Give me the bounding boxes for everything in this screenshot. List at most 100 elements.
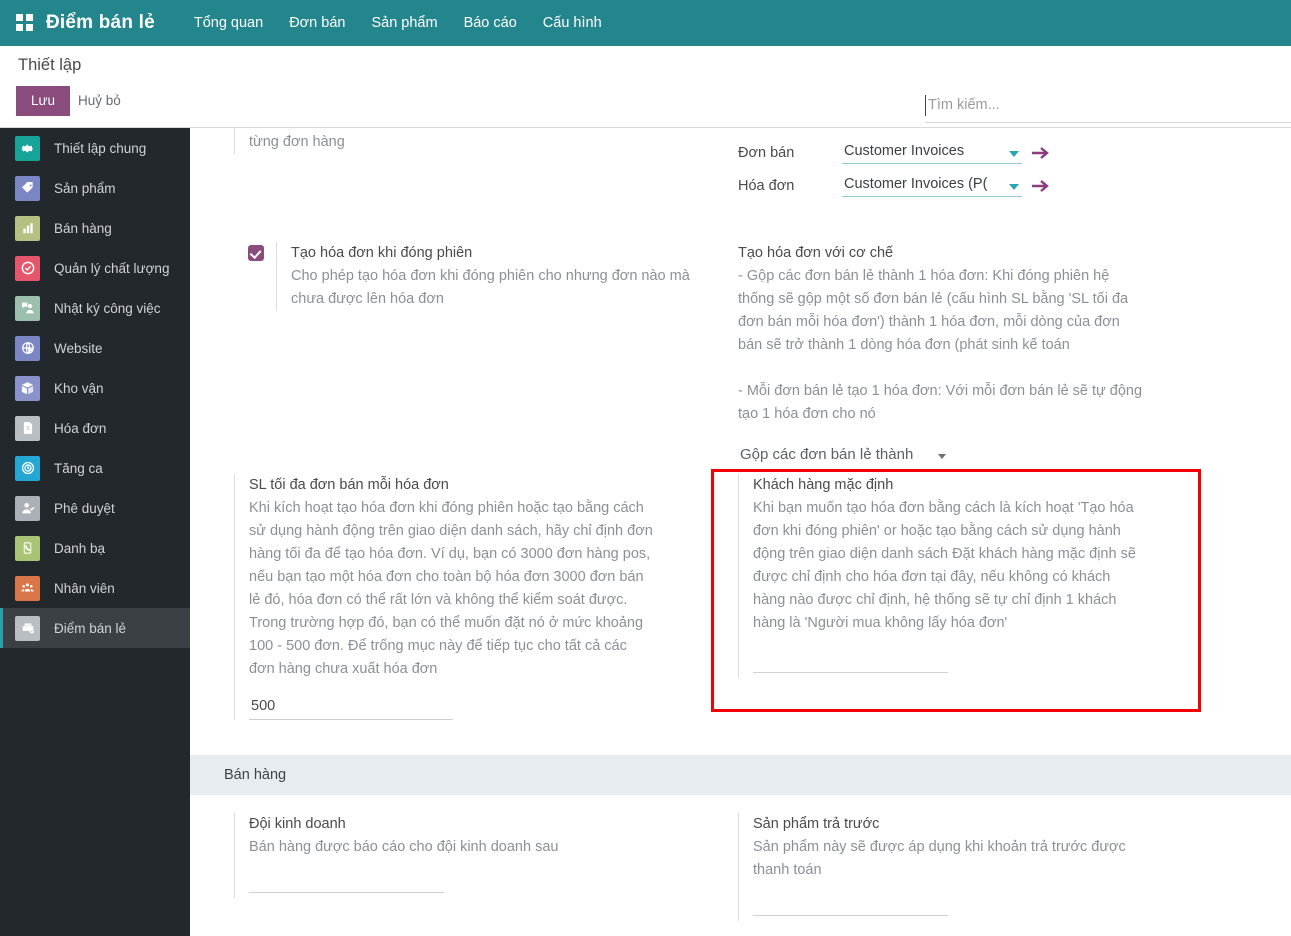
tag-icon (15, 175, 40, 201)
app-brand-title: Điểm bán lẻ (46, 12, 155, 33)
sidebar-item-label: Kho vận (54, 380, 104, 396)
invoice-mechanism-select-value: Gộp các đơn bán lẻ thành (740, 446, 914, 463)
apps-grid-icon[interactable] (16, 14, 34, 32)
sidebar-item-label: Danh bạ (54, 540, 106, 556)
nav-link-bao-cao[interactable]: Báo cáo (451, 15, 530, 31)
bar-chart-icon (15, 215, 40, 241)
default-customer-description: Khi bạn muốn tạo hóa đơn bằng cách là kí… (753, 500, 1136, 631)
sidebar-item-8[interactable]: Tăng ca (0, 448, 190, 488)
setting-invoice-on-session-close: Tạo hóa đơn khi đóng phiên Cho phép tạo … (234, 242, 714, 311)
people-icon (15, 575, 40, 601)
sidebar-item-label: Sản phẩm (54, 180, 116, 196)
sidebar-item-label: Bán hàng (54, 220, 112, 236)
gear-icon (15, 135, 40, 161)
nav-link-cau-hinh[interactable]: Cấu hình (530, 15, 615, 31)
settings-content: Sử dụng vị thế tài chính để áp dụng các … (190, 128, 1291, 936)
invoice-icon: $ (15, 415, 40, 441)
journal-select-don-ban-value: Customer Invoices (844, 143, 965, 159)
sidebar-item-7[interactable]: $ Hóa đơn (0, 408, 190, 448)
sidebar-item-0[interactable]: Thiết lập chung (0, 128, 190, 168)
pos-printer-icon (15, 615, 40, 641)
journal-select-don-ban[interactable]: Customer Invoices (842, 142, 1022, 164)
control-panel: Thiết lập Lưu Huỷ bỏ (0, 46, 1291, 128)
person-chat-icon (15, 295, 40, 321)
phone-icon (15, 535, 40, 561)
section-band-ban-hang: Bán hàng (190, 755, 1291, 795)
default-customer-title: Khách hàng mặc định (753, 477, 894, 493)
sidebar-item-label: Website (54, 340, 103, 356)
chevron-down-icon (1009, 151, 1019, 157)
page-title: Thiết lập (18, 56, 82, 74)
setting-default-journal: Sổ nhật ký mặc định cho đơn đặt hàng và … (738, 128, 1198, 197)
settings-sidebar[interactable]: Thiết lập chung Sản phẩm Bán hàng Quản lý c… (0, 128, 190, 936)
nav-link-san-pham[interactable]: Sản phẩm (358, 15, 450, 31)
invoice-mechanism-paragraph-2: - Mỗi đơn bán lẻ tạo 1 hóa đơn: Với mỗi … (738, 383, 1143, 422)
invoice-mechanism-title: Tạo hóa đơn với cơ chế (738, 245, 894, 261)
internal-link-arrow-icon[interactable] (1031, 145, 1051, 161)
sidebar-item-label: Điểm bán lẻ (54, 620, 127, 636)
max-orders-description: Khi kích hoạt tạo hóa đơn khi đóng phiên… (249, 500, 653, 677)
save-button[interactable]: Lưu (16, 86, 71, 116)
setting-down-payment-product: Sản phẩm trả trước Sản phẩm này sẽ được … (738, 813, 1198, 921)
max-orders-input[interactable] (249, 696, 453, 720)
sidebar-item-3[interactable]: Quản lý chất lượng (0, 248, 190, 288)
top-navbar: Điểm bán lẻ Tổng quan Đơn bán Sản phẩm B… (0, 0, 1291, 46)
invoice-on-close-description: Cho phép tạo hóa đơn khi đóng phiên cho … (291, 268, 690, 307)
sales-team-description: Bán hàng được báo cáo cho đội kinh doanh… (249, 839, 559, 855)
sidebar-item-4[interactable]: Nhật ký công việc (0, 288, 190, 328)
clock-icon (15, 455, 40, 481)
sales-team-title: Đội kinh doanh (249, 816, 346, 832)
invoice-mechanism-paragraph-1: - Gộp các đơn bán lẻ thành 1 hóa đơn: Kh… (738, 268, 1129, 353)
nav-link-tong-quan[interactable]: Tổng quan (181, 15, 276, 31)
journal-row-hoa-don: Hóa đơn Customer Invoices (P( (738, 175, 1198, 197)
setting-max-orders-per-invoice: SL tối đa đơn bán mỗi hóa đơn Khi kích h… (234, 474, 694, 720)
default-customer-select[interactable] (753, 664, 948, 673)
journal-row-don-ban: Đơn bán Customer Invoices (738, 142, 1198, 164)
sidebar-item-11[interactable]: Nhân viên (0, 568, 190, 608)
check-circle-icon (15, 255, 40, 281)
invoice-on-close-checkbox[interactable] (248, 245, 264, 261)
nav-link-don-ban[interactable]: Đơn bán (276, 15, 358, 31)
invoice-on-close-title: Tạo hóa đơn khi đóng phiên (291, 245, 473, 261)
discard-button[interactable]: Huỷ bỏ (78, 93, 121, 108)
sidebar-item-label: Nhật ký công việc (54, 300, 161, 316)
search-input[interactable] (925, 92, 1291, 123)
sidebar-item-5[interactable]: Website (0, 328, 190, 368)
sidebar-item-10[interactable]: Danh bạ (0, 528, 190, 568)
sidebar-item-2[interactable]: Bán hàng (0, 208, 190, 248)
journal-select-hoa-don-value: Customer Invoices (P( (844, 176, 988, 192)
down-payment-title: Sản phẩm trả trước (753, 816, 880, 832)
max-orders-title: SL tối đa đơn bán mỗi hóa đơn (249, 477, 449, 493)
sidebar-item-1[interactable]: Sản phẩm (0, 168, 190, 208)
setting-fiscal-position: Sử dụng vị thế tài chính để áp dụng các … (234, 128, 694, 154)
text-cursor (925, 95, 926, 116)
search-bar (925, 92, 1291, 123)
sidebar-item-label: Nhân viên (54, 580, 115, 596)
sidebar-item-6[interactable]: Kho vận (0, 368, 190, 408)
setting-sales-team: Đội kinh doanh Bán hàng được báo cáo cho… (234, 813, 694, 898)
person-check-icon (15, 495, 40, 521)
internal-link-arrow-icon[interactable] (1031, 178, 1051, 194)
chevron-down-icon (938, 454, 946, 459)
sales-team-select[interactable] (249, 884, 444, 893)
sidebar-item-label: Hóa đơn (54, 420, 107, 436)
down-payment-select[interactable] (753, 907, 948, 916)
box-icon (15, 375, 40, 401)
journal-description: Sổ nhật ký mặc định cho đơn đặt hàng và … (738, 128, 1198, 131)
sidebar-item-12[interactable]: Điểm bán lẻ (0, 608, 190, 648)
down-payment-description: Sản phẩm này sẽ được áp dụng khi khoản t… (753, 839, 1126, 878)
sidebar-item-9[interactable]: Phê duyệt (0, 488, 190, 528)
fiscal-position-description: Sử dụng vị thế tài chính để áp dụng các … (249, 134, 345, 150)
sidebar-item-label: Phê duyệt (54, 500, 115, 516)
journal-label-don-ban: Đơn bán (738, 145, 795, 161)
setting-invoice-mechanism: Tạo hóa đơn với cơ chế - Gộp các đơn bán… (738, 242, 1198, 475)
invoice-mechanism-select[interactable]: Gộp các đơn bán lẻ thành (738, 444, 950, 470)
sidebar-item-label: Thiết lập chung (54, 140, 147, 156)
chevron-down-icon (1009, 184, 1019, 190)
setting-default-customer: Khách hàng mặc định Khi bạn muốn tạo hóa… (738, 474, 1198, 678)
sidebar-item-label: Tăng ca (54, 460, 103, 476)
invoice-on-close-checkbox-col (234, 242, 276, 311)
journal-select-hoa-don[interactable]: Customer Invoices (P( (842, 175, 1022, 197)
sidebar-item-label: Quản lý chất lượng (54, 260, 170, 276)
